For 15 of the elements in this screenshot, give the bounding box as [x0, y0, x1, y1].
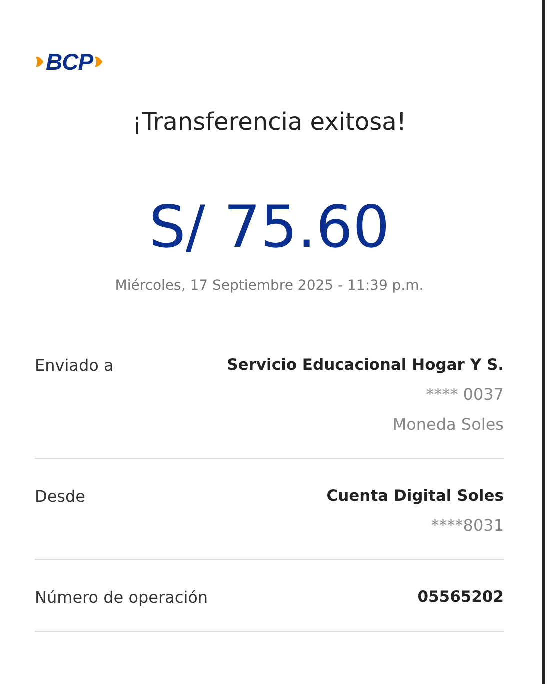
bank-logo: BCP [46, 48, 94, 76]
detail-value: **** 0037 [426, 384, 504, 404]
detail-value: Cuenta Digital Soles [326, 486, 504, 505]
detail-value: ****8031 [431, 516, 504, 535]
detail-value: 05565202 [418, 588, 504, 606]
detail-value: Moneda Soles [392, 414, 504, 434]
success-title: ¡Transferencia exitosa! [132, 108, 408, 136]
chevron-icon [35, 54, 45, 70]
transfer-date: Miércoles, 17 Septiembre 2025 - 11:39 p.m. [114, 278, 425, 294]
chevron-icon [94, 54, 104, 70]
detail-label: Enviado a [35, 356, 114, 377]
detail-label: Desde [35, 486, 86, 508]
detail-value: Servicio Educacional Hogar Y S. [227, 356, 504, 374]
amount: S/ 75.60 [148, 196, 391, 260]
detail-label: Número de operación [35, 588, 208, 607]
